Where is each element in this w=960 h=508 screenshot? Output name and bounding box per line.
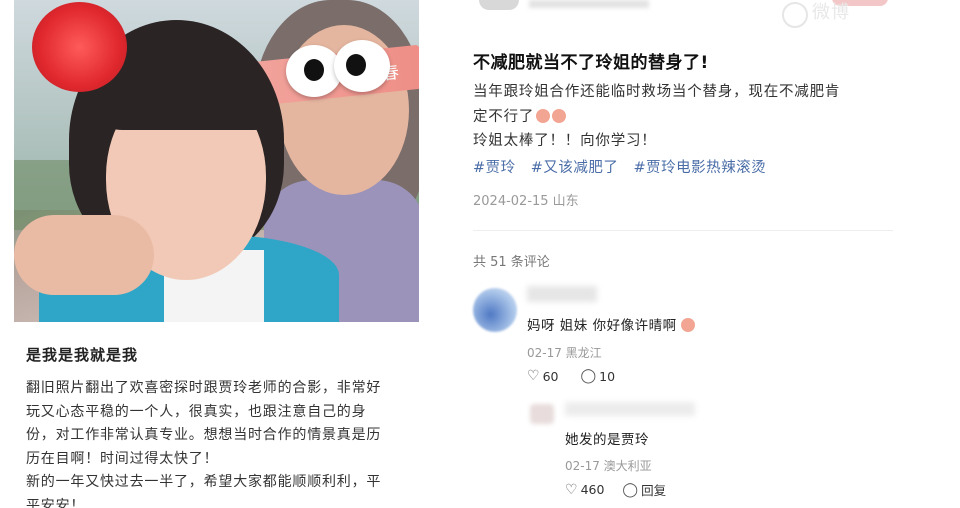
pig-emoji-icon <box>552 108 567 123</box>
pig-emoji-icon <box>536 108 551 123</box>
right-post-title: 不减肥就当不了玲姐的替身了! <box>473 53 709 73</box>
comment-date-location: 02-17 黑龙江 <box>527 346 602 360</box>
divider <box>473 230 893 231</box>
reply-actions: ♡ 460 ◯ 回复 <box>565 480 666 499</box>
left-post-title: 是我是我就是我 <box>26 346 139 364</box>
left-post-line: 份，对工作非常认真专业。想想当时合作的情景真是历 <box>26 427 382 443</box>
flower-hair-accessory <box>32 2 127 92</box>
chat-bubble-icon: ◯ <box>580 368 597 384</box>
body-line: 定不行了 <box>473 108 535 125</box>
heart-icon: ♡ <box>565 481 578 498</box>
right-post-body: 当年跟玲姐合作还能临时救场当个替身，现在不减肥肯 定不行了 玲姐太棒了！！向你学… <box>473 80 888 154</box>
post-date-location: 2024-02-15 山东 <box>473 194 579 209</box>
reply-like-button[interactable]: ♡ 460 <box>565 480 604 499</box>
author-avatar[interactable] <box>479 0 519 10</box>
left-post-line: 历在目啊！时间过得太快了！ <box>26 450 219 467</box>
chat-bubble-icon: ◯ <box>622 481 639 498</box>
left-post-line: 平安安！ <box>26 497 86 508</box>
weibo-logo-icon <box>782 2 808 28</box>
comment-like-button[interactable]: ♡ 60 <box>527 368 558 384</box>
watermark-text: 微博 <box>812 2 850 23</box>
left-post-body: 翻旧照片翻出了欢喜密探时跟贾玲老师的合影，非常好 玩又心态平稳的一个人，很真实，… <box>26 377 407 508</box>
body-line: 当年跟玲姐合作还能临时救场当个替身，现在不减肥肯 <box>473 84 841 100</box>
comment-text: 妈呀 姐妹 你好像许晴啊 <box>527 314 695 334</box>
reply-reply-button[interactable]: ◯ 回复 <box>622 480 666 499</box>
like-count: 460 <box>580 482 605 497</box>
like-count: 60 <box>542 368 559 384</box>
left-post-card[interactable]: 春 春 是我是我就是我 翻旧照片翻出了欢喜密探时跟贾玲老师的合影，非常好 玩又心… <box>14 0 419 508</box>
reply-date-location: 02-17 澳大利亚 <box>565 459 652 473</box>
replier-name-blurred[interactable] <box>565 402 695 416</box>
comment-text-content: 妈呀 姐妹 你好像许晴啊 <box>527 318 677 334</box>
left-post-line: 翻旧照片翻出了欢喜密探时跟贾玲老师的合影，非常好 <box>26 380 382 396</box>
heart-icon: ♡ <box>527 368 540 384</box>
comment-actions: ♡ 60 ◯ 10 <box>527 368 615 384</box>
hashtag-link[interactable]: #又该减肥了 <box>531 160 619 176</box>
reply-label: 回复 <box>641 483 667 498</box>
hashtag-list: #贾玲 #又该减肥了 #贾玲电影热辣滚烫 <box>473 156 776 177</box>
reply-count: 10 <box>599 368 616 384</box>
hashtag-link[interactable]: #贾玲 <box>473 160 516 176</box>
right-post-card: 不减肥就当不了玲姐的替身了! 当年跟玲姐合作还能临时救场当个替身，现在不减肥肯 … <box>455 0 895 508</box>
pig-emoji-icon <box>680 318 695 332</box>
person2-arm <box>14 215 154 295</box>
reply-text: 她发的是贾玲 <box>565 432 649 448</box>
post-photo[interactable]: 春 春 <box>14 0 419 322</box>
left-post-line: 玩又心态平稳的一个人，很真实，也跟注意自己的身 <box>26 403 367 420</box>
replier-avatar[interactable] <box>530 404 554 424</box>
commenter-avatar[interactable] <box>473 288 517 332</box>
cartoon-eye-sticker-right <box>334 40 390 92</box>
comment-reply-button[interactable]: ◯ 10 <box>580 368 615 384</box>
left-post-line: 新的一年又快过去一半了，希望大家都能顺顺利利，平 <box>26 474 382 490</box>
person1-bangs <box>106 60 271 130</box>
weibo-watermark: 微博 <box>778 0 888 28</box>
hashtag-link[interactable]: #贾玲电影热辣滚烫 <box>634 160 767 176</box>
comment-count: 共 51 条评论 <box>473 255 550 270</box>
body-line: 玲姐太棒了！！向你学习！ <box>473 133 657 149</box>
left-post-text: 是我是我就是我 翻旧照片翻出了欢喜密探时跟贾玲老师的合影，非常好 玩又心态平稳的… <box>14 322 419 508</box>
author-name-blurred[interactable] <box>529 0 649 8</box>
commenter-name-blurred[interactable] <box>527 286 597 302</box>
